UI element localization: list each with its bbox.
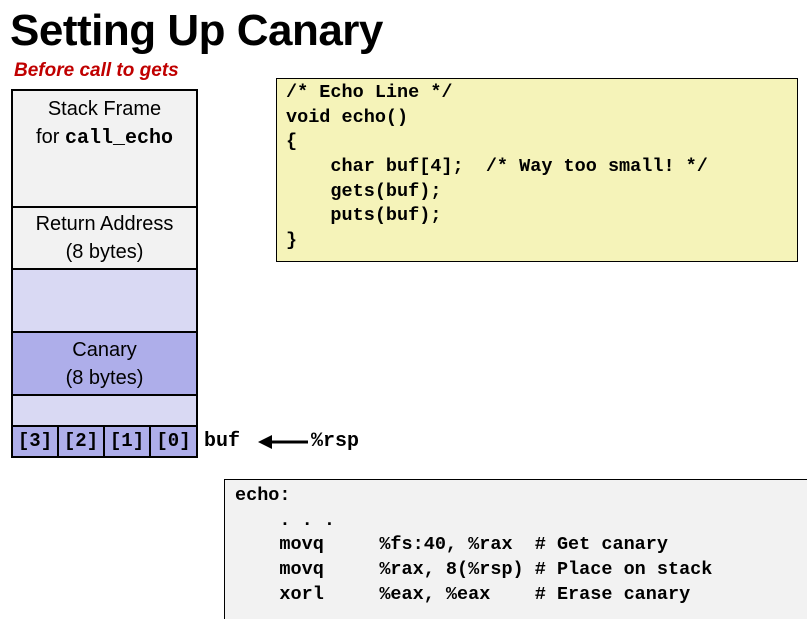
canary-cell: Canary (8 bytes) [13,333,196,394]
c-code-line: /* Echo Line */ [286,82,453,103]
asm-code-line: movq %fs:40, %rax # Get canary [235,534,668,556]
c-code-line: { [286,131,298,153]
buf-label: buf [204,430,241,453]
padding-cell-upper [13,270,196,331]
buf-cell-0: [0] [151,427,196,456]
asm-code-line: . . . [235,509,335,531]
buf-cell-3: [3] [13,427,57,456]
asm-code-line: echo: [235,485,291,506]
c-code-line: void echo() [286,106,409,128]
buf-row: [3] [2] [1] [0] [13,427,196,456]
stack-frame-for-text: for [36,126,65,148]
buf-cell-1: [1] [105,427,149,456]
rsp-arrow-icon [258,435,308,449]
stack-frame-label: Stack Frame [47,98,162,120]
stack-diagram: Stack Frame for call_echo Return Address… [11,89,198,458]
page-subtitle: Before call to gets [14,60,179,81]
canary-size: (8 bytes) [65,367,144,389]
rsp-label: %rsp [311,430,360,453]
c-code-box: /* Echo Line */ void echo() { char buf[4];… [276,78,798,262]
asm-code-line: movq %rax, 8(%rsp) # Place on stack [235,559,713,581]
c-code-line: } [286,230,298,252]
asm-code-line: xorl %eax, %eax # Erase canary [235,583,691,605]
padding-cell-lower [13,396,196,425]
stack-frame-for-line: for call_echo [13,123,196,153]
stack-frame-cell: Stack Frame for call_echo [13,91,196,206]
return-address-cell: Return Address (8 bytes) [13,208,196,268]
c-code-line: puts(buf); [286,205,442,227]
canary-label: Canary [72,339,137,361]
return-address-label: Return Address [35,213,174,235]
c-code-line: gets(buf); [286,180,442,202]
stack-frame-function-name: call_echo [64,127,173,150]
page-title: Setting Up Canary [10,6,383,55]
return-address-size: (8 bytes) [65,241,144,263]
c-code-line: char buf[4]; /* Way too small! */ [286,156,708,178]
buf-cell-2: [2] [59,427,103,456]
asm-code-box: echo: . . . movq %fs:40, %rax # Get cana… [224,479,807,619]
